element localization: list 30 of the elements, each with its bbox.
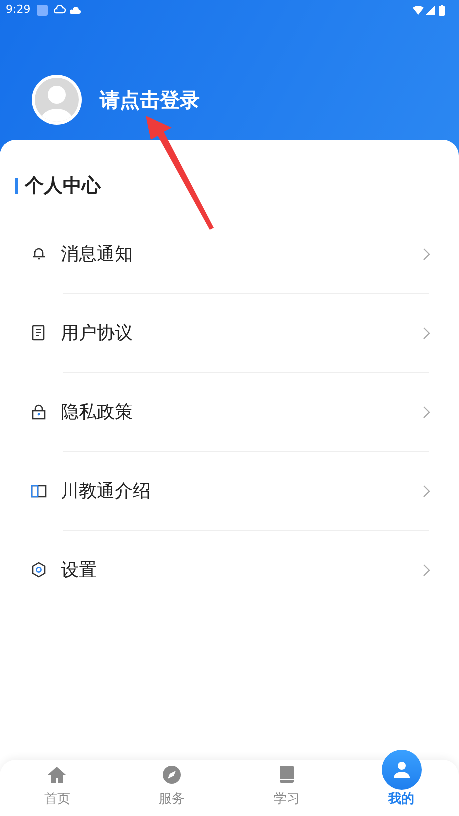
chevron-icon bbox=[423, 406, 431, 418]
weather-icon bbox=[54, 5, 66, 15]
cloud-icon bbox=[70, 6, 81, 14]
gear-icon bbox=[30, 561, 48, 579]
tab[interactable]: 我的 bbox=[344, 750, 459, 816]
login-prompt[interactable]: 请点击登录 bbox=[100, 85, 200, 115]
lock-icon bbox=[30, 403, 48, 421]
compass-icon bbox=[162, 764, 182, 784]
chevron-icon bbox=[423, 248, 431, 260]
menu-label: 川教通介绍 bbox=[61, 480, 151, 504]
menu-label: 用户协议 bbox=[61, 322, 133, 346]
battery-icon bbox=[439, 4, 445, 16]
section-title: 个人中心 bbox=[25, 174, 101, 199]
status-time: 9:29 bbox=[6, 2, 31, 18]
wifi-icon bbox=[413, 6, 424, 14]
avatar[interactable] bbox=[32, 75, 82, 125]
menu-item[interactable]: 隐私政策 bbox=[0, 372, 459, 452]
menu-label: 设置 bbox=[61, 558, 97, 582]
chevron-icon bbox=[423, 326, 431, 340]
menu-item[interactable]: 设置 bbox=[0, 530, 459, 610]
menu-label: 隐私政策 bbox=[61, 400, 133, 424]
menu-item[interactable]: 用户协议 bbox=[0, 294, 459, 372]
menu-label: 消息通知 bbox=[61, 242, 133, 266]
signal-icon bbox=[426, 6, 435, 14]
chevron-icon bbox=[423, 564, 431, 576]
tab[interactable]: 学习 bbox=[230, 750, 344, 816]
menu-item[interactable]: 川教通介绍 bbox=[0, 452, 459, 530]
home-icon bbox=[47, 764, 68, 784]
menu-item[interactable]: 消息通知 bbox=[0, 214, 459, 294]
chevron-icon bbox=[423, 484, 431, 498]
